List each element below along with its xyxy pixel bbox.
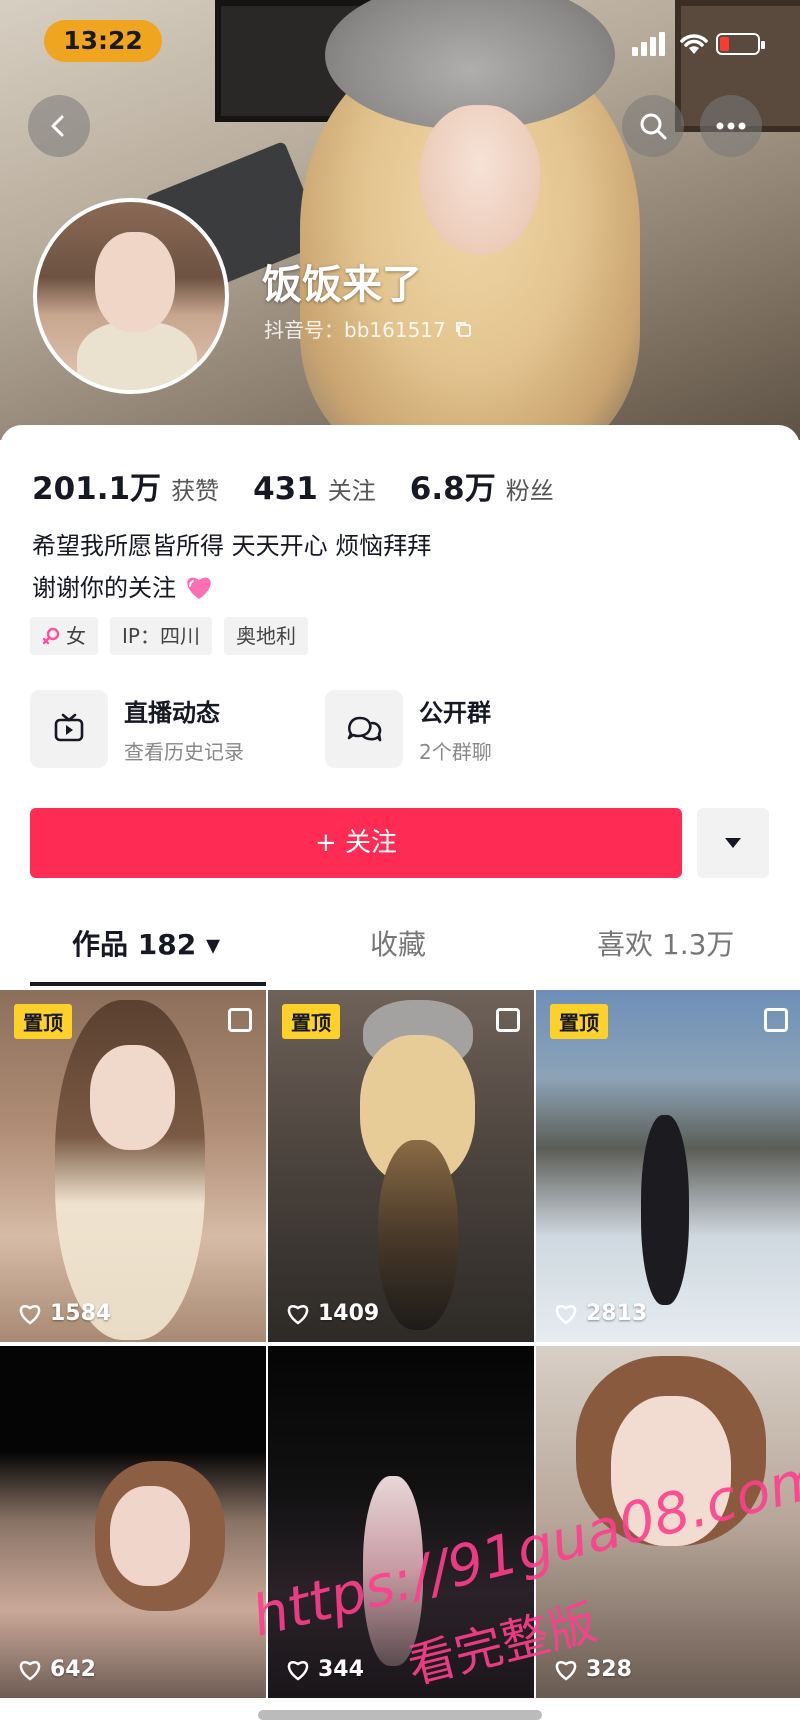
status-bar: 13:22 [0, 0, 800, 84]
followers-count[interactable]: 6.8万 [410, 463, 496, 508]
status-time: 13:22 [44, 20, 162, 62]
heart-icon [19, 1660, 41, 1681]
video-likes: 2813 [554, 1301, 647, 1326]
public-group-subtitle: 2个群聊 [419, 740, 492, 764]
following-label: 关注 [327, 477, 376, 505]
pinned-badge: 置顶 [282, 1004, 340, 1039]
video-likes-count: 328 [586, 1657, 632, 1682]
pinned-badge: 置顶 [14, 1004, 72, 1039]
tab-favorites[interactable]: 收藏 [370, 905, 426, 985]
bio-line-2-text: 谢谢你的关注 [32, 574, 176, 602]
tab-likes[interactable]: 喜欢 1.3万 [597, 905, 734, 985]
public-group-entry[interactable]: 公开群 2个群聊 [325, 690, 492, 768]
content-tabs: 作品 182 ▾ 收藏 喜欢 1.3万 [0, 905, 800, 985]
home-indicator[interactable] [258, 1710, 542, 1720]
gender-tag: 女 [30, 617, 98, 655]
search-icon [640, 113, 667, 140]
live-tv-icon [54, 713, 84, 742]
public-group-title: 公开群 [419, 699, 491, 727]
more-button[interactable] [700, 95, 762, 157]
live-history-title: 直播动态 [124, 699, 220, 727]
chat-bubbles-icon-box [325, 690, 403, 768]
video-likes-count: 1584 [50, 1301, 112, 1326]
following-count[interactable]: 431 [253, 471, 318, 507]
follow-button[interactable]: + 关注 [30, 808, 682, 878]
avatar[interactable] [33, 198, 229, 394]
likes-label: 获赞 [171, 477, 220, 505]
caret-down-icon [725, 838, 741, 848]
likes-count[interactable]: 201.1万 [32, 463, 161, 508]
battery-icon [716, 33, 765, 55]
chevron-left-icon [51, 115, 64, 137]
chat-bubbles-icon [347, 716, 382, 742]
heart-icon [287, 1660, 309, 1681]
video-likes: 1584 [18, 1301, 111, 1326]
cover-face [420, 105, 540, 255]
live-history-subtitle: 查看历史记录 [124, 740, 244, 764]
video-likes-count: 642 [50, 1657, 96, 1682]
video-likes-count: 344 [318, 1657, 364, 1682]
recommend-dropdown-button[interactable] [697, 808, 769, 878]
douyin-id[interactable]: 抖音号：bb161517 [264, 314, 472, 343]
location-tag: 奥地利 [223, 617, 308, 655]
live-history-entry[interactable]: 直播动态 查看历史记录 [30, 690, 244, 768]
female-icon [42, 627, 60, 645]
copy-icon[interactable] [454, 320, 472, 338]
video-thumbnail[interactable]: 置顶 1584 [0, 990, 266, 1342]
video-thumbnail[interactable]: 置顶 2813 [536, 990, 800, 1342]
followers-label: 粉丝 [505, 477, 554, 505]
bio-line-1: 希望我所愿皆所得 天天开心 烦恼拜拜 [32, 532, 432, 560]
video-likes: 1409 [286, 1301, 379, 1326]
video-likes: 328 [554, 1657, 632, 1682]
multi-image-icon [496, 1008, 520, 1032]
heart-icon [19, 1304, 41, 1325]
back-button[interactable] [28, 95, 90, 157]
more-dots-icon [716, 122, 746, 130]
profile-stats: 201.1万 获赞 431 关注 6.8万 粉丝 [32, 463, 588, 508]
bio-line-2: 谢谢你的关注 [32, 567, 431, 609]
search-button[interactable] [622, 95, 684, 157]
pink-heart-icon [186, 577, 211, 599]
video-thumbnail[interactable]: 328 [536, 1346, 800, 1698]
heart-icon [287, 1304, 309, 1325]
pinned-badge: 置顶 [550, 1004, 608, 1039]
live-tv-icon-box [30, 690, 108, 768]
multi-image-icon [764, 1008, 788, 1032]
ip-tag-label: IP：四川 [122, 624, 200, 648]
profile-tags: 女 IP：四川 奥地利 [30, 617, 308, 655]
video-likes: 344 [286, 1657, 364, 1682]
gender-tag-label: 女 [66, 624, 86, 648]
multi-image-icon [228, 1008, 252, 1032]
tab-works[interactable]: 作品 182 ▾ [72, 905, 220, 985]
video-likes-count: 2813 [586, 1301, 648, 1326]
heart-icon [555, 1304, 577, 1325]
wifi-icon [680, 34, 708, 54]
video-likes-count: 1409 [318, 1301, 380, 1326]
profile-nickname: 饭饭来了 [262, 262, 422, 308]
heart-icon [555, 1660, 577, 1681]
ip-tag: IP：四川 [110, 617, 212, 655]
video-thumbnail[interactable]: 344 [268, 1346, 534, 1698]
video-thumbnail[interactable]: 642 [0, 1346, 266, 1698]
profile-bio: 希望我所愿皆所得 天天开心 烦恼拜拜 谢谢你的关注 [32, 525, 431, 609]
location-tag-label: 奥地利 [235, 624, 296, 648]
video-thumbnail[interactable]: 置顶 1409 [268, 990, 534, 1342]
cellular-signal-icon [632, 30, 672, 56]
active-tab-indicator [30, 982, 266, 986]
douyin-id-text: 抖音号：bb161517 [264, 318, 446, 342]
video-likes: 642 [18, 1657, 96, 1682]
